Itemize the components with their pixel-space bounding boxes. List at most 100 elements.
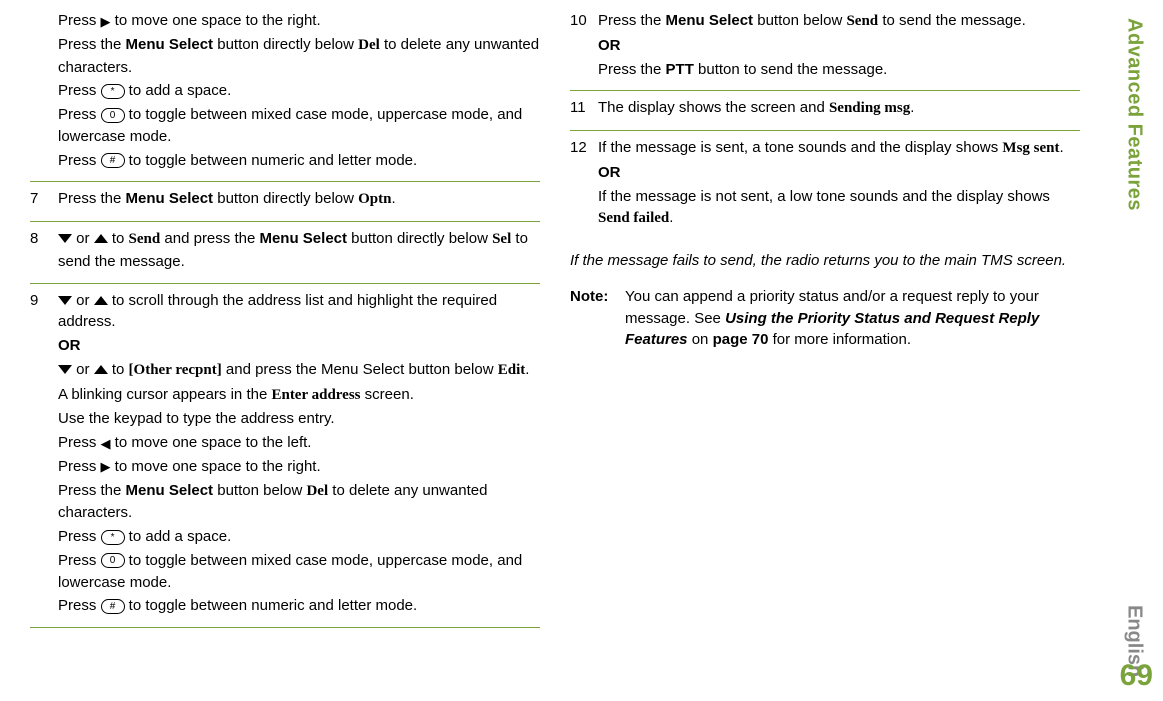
text: Use the keypad to type the address entry… <box>58 408 540 430</box>
text: for more information. <box>768 331 911 348</box>
step-10: 10 Press the Menu Select button below Se… <box>570 10 1080 91</box>
step-11: 11 The display shows the screen and Send… <box>570 97 1080 131</box>
step-8: 8 or to Send and press the Menu Select b… <box>30 228 540 284</box>
or-label: OR <box>598 162 1080 184</box>
text: If the message is sent, a tone sounds an… <box>598 139 1002 156</box>
page-number: 69 <box>1120 659 1153 693</box>
step-number: 12 <box>570 137 598 232</box>
text: to add a space. <box>125 82 232 99</box>
text: to move one space to the right. <box>111 12 321 29</box>
text: . <box>1060 139 1064 156</box>
note-label: Note: <box>570 286 625 351</box>
text: button directly below <box>347 230 492 247</box>
text: The display shows the screen and <box>598 99 829 116</box>
text: to move one space to the left. <box>111 434 312 451</box>
text: Press <box>58 106 101 123</box>
text: to add a space. <box>125 528 232 545</box>
menu-select-label: Menu Select <box>126 190 214 207</box>
step-9: 9 or to scroll through the address list … <box>30 290 540 629</box>
text: Press <box>58 82 101 99</box>
text: to <box>108 230 129 247</box>
text: Press the <box>598 12 666 29</box>
display-sending-msg: Sending msg <box>829 100 910 116</box>
softkey-send: Send <box>129 231 161 247</box>
softkey-del: Del <box>306 483 328 499</box>
text: to move one space to the right. <box>111 458 321 475</box>
text: button below <box>213 482 306 499</box>
text: and press the <box>160 230 259 247</box>
menu-select-label: Menu Select <box>126 482 214 499</box>
xref-page-70: page 70 <box>713 331 769 348</box>
text: Press the <box>58 36 126 53</box>
right-arrow-icon: ▶ <box>101 460 111 473</box>
right-column: 10 Press the Menu Select button below Se… <box>570 10 1080 634</box>
text: button below <box>753 12 846 29</box>
text: Press the <box>598 61 666 78</box>
section-title: Advanced Features <box>1123 18 1146 211</box>
text: to <box>108 361 129 378</box>
down-triangle-icon <box>58 234 72 244</box>
note-block: Note: You can append a priority status a… <box>570 286 1080 351</box>
text: to scroll through the address list and h… <box>58 292 497 331</box>
text: or <box>72 361 94 378</box>
step-number: 9 <box>30 290 58 620</box>
text: to toggle between numeric and letter mod… <box>125 597 418 614</box>
text: Press <box>58 152 101 169</box>
sidebar: Advanced Features English <box>1119 18 1149 683</box>
text: A blinking cursor appears in the <box>58 386 271 403</box>
softkey-edit: Edit <box>498 362 526 378</box>
text: or <box>72 292 94 309</box>
text: . <box>525 361 529 378</box>
or-label: OR <box>598 35 1080 57</box>
softkey-other-recpnt: [Other recpnt] <box>129 362 222 378</box>
step-6-continued: Press ▶ to move one space to the right. … <box>30 10 540 182</box>
text: to toggle between mixed case mode, upper… <box>58 106 522 145</box>
ptt-label: PTT <box>666 61 694 78</box>
text: Press <box>58 597 101 614</box>
left-arrow-icon: ◀ <box>101 437 111 450</box>
key-hash-icon: # <box>101 153 125 168</box>
up-triangle-icon <box>94 365 108 375</box>
softkey-sel: Sel <box>492 231 511 247</box>
down-triangle-icon <box>58 296 72 306</box>
right-arrow-icon: ▶ <box>101 15 111 28</box>
menu-select-label: Menu Select <box>666 12 754 29</box>
text: to send the message. <box>878 12 1026 29</box>
display-send-failed: Send failed <box>598 210 669 226</box>
softkey-del: Del <box>358 37 380 53</box>
text: Press the <box>58 190 126 207</box>
text: Press <box>58 434 101 451</box>
text: Press the <box>58 482 126 499</box>
text: . <box>669 209 673 226</box>
text: screen. <box>361 386 414 403</box>
text: or <box>72 230 94 247</box>
text: Press <box>58 458 101 475</box>
step-7: 7 Press the Menu Select button directly … <box>30 188 540 222</box>
key-star-icon: * <box>101 84 125 99</box>
text: . <box>392 190 396 207</box>
step-number: 10 <box>570 10 598 82</box>
text: . <box>910 99 914 116</box>
text: to toggle between mixed case mode, upper… <box>58 552 522 591</box>
text: to toggle between numeric and letter mod… <box>125 152 418 169</box>
menu-select-label: Menu Select <box>126 36 214 53</box>
key-hash-icon: # <box>101 599 125 614</box>
screen-enter-address: Enter address <box>271 387 360 403</box>
step-12: 12 If the message is sent, a tone sounds… <box>570 137 1080 240</box>
softkey-optn: Optn <box>358 191 391 207</box>
display-msg-sent: Msg sent <box>1002 140 1059 156</box>
menu-select-label: Menu Select <box>259 230 347 247</box>
step-number: 8 <box>30 228 58 275</box>
key-zero-icon: 0 <box>101 553 125 568</box>
up-triangle-icon <box>94 296 108 306</box>
text: button directly below <box>213 190 358 207</box>
text: Press <box>58 552 101 569</box>
softkey-send: Send <box>846 13 878 29</box>
text: on <box>688 331 713 348</box>
down-triangle-icon <box>58 365 72 375</box>
post-steps-note: If the message fails to send, the radio … <box>570 250 1080 272</box>
text: button directly below <box>213 36 358 53</box>
step-number: 7 <box>30 188 58 213</box>
up-triangle-icon <box>94 234 108 244</box>
text: button to send the message. <box>694 61 887 78</box>
